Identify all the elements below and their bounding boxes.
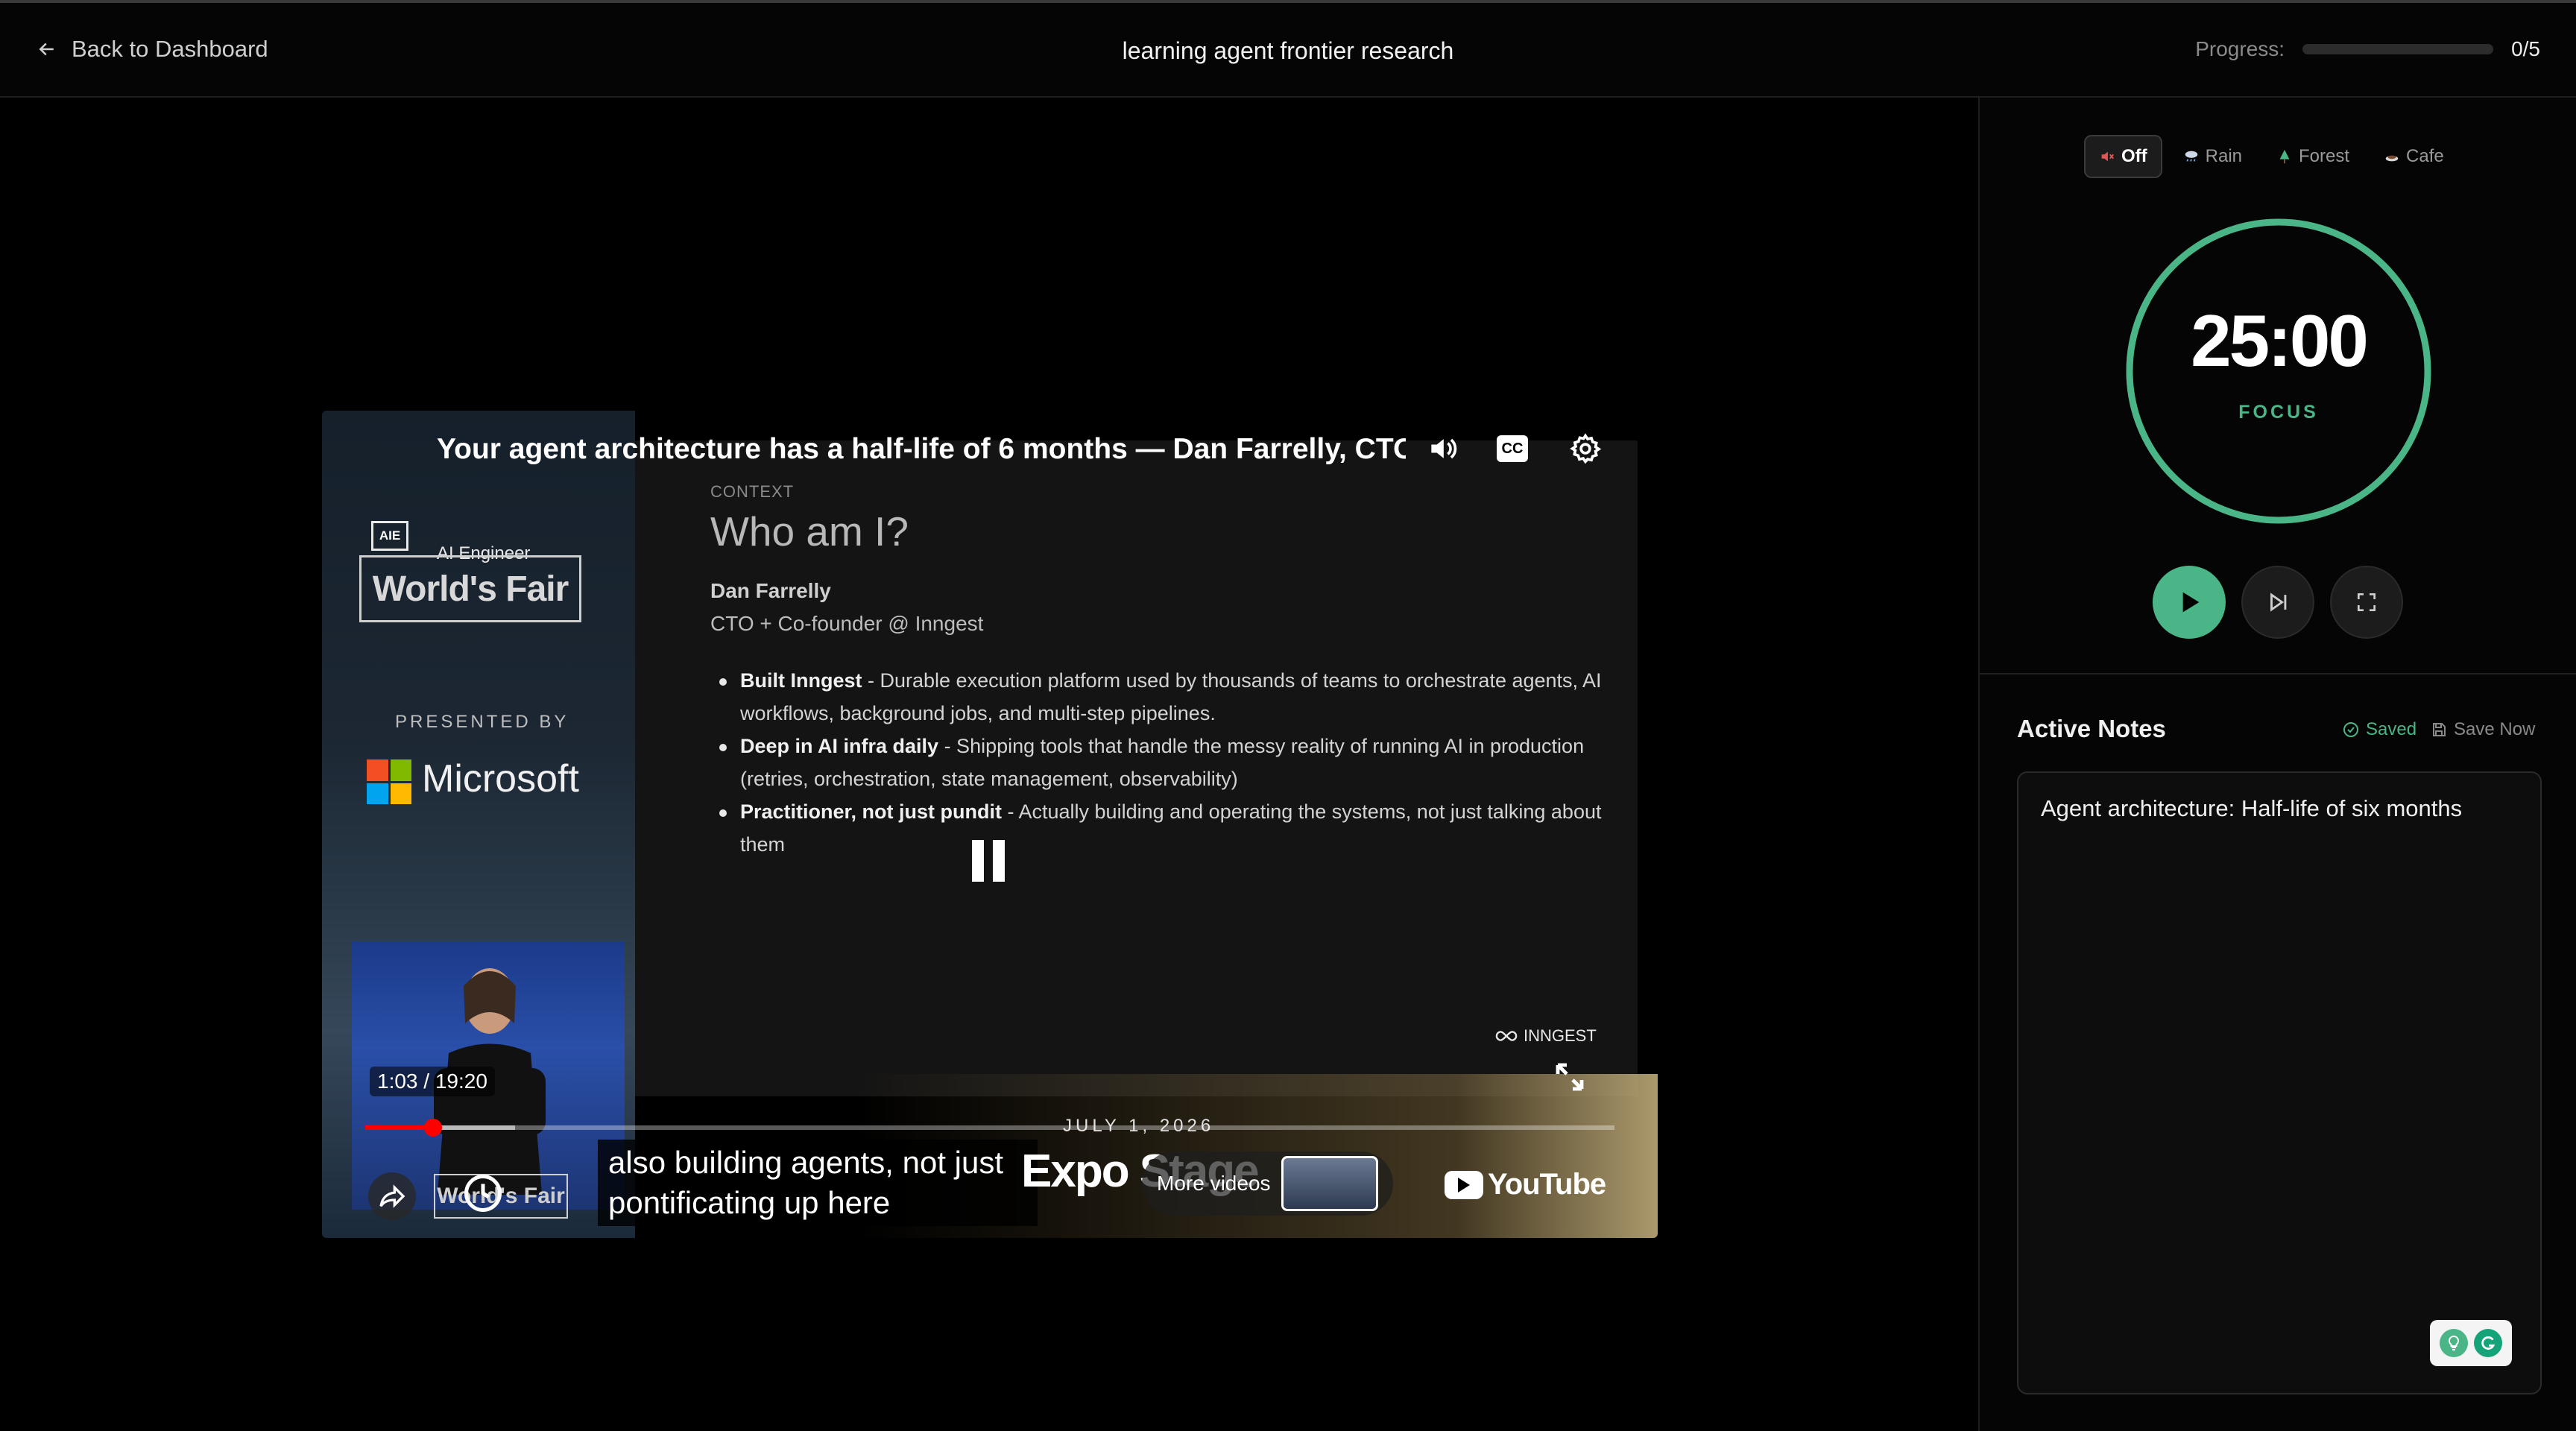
seek-bar[interactable] xyxy=(365,1119,1614,1137)
muted-icon xyxy=(2101,151,2114,162)
progress-bar xyxy=(2302,44,2494,54)
more-videos-button[interactable]: More videos xyxy=(1142,1152,1393,1216)
slide-bullet: Deep in AI infra daily - Shipping tools … xyxy=(710,730,1620,795)
more-videos-thumbnail xyxy=(1281,1156,1378,1211)
worlds-fair-logo: World's Fair xyxy=(359,555,581,622)
share-icon xyxy=(379,1184,405,1208)
inngest-brand: INNGEST xyxy=(1495,1026,1597,1046)
cc-icon: CC xyxy=(1497,435,1528,462)
video-player[interactable]: AIE AI Engineer World's Fair PRESENTED B… xyxy=(322,411,1658,1238)
progress-indicator: Progress: 0/5 xyxy=(2195,37,2540,61)
video-title[interactable]: Your agent architecture has a half-life … xyxy=(437,433,1406,466)
aie-logo: AIE xyxy=(371,521,408,551)
timer-mode-label: FOCUS xyxy=(2238,402,2319,423)
timer-play-button[interactable] xyxy=(2153,566,2226,639)
settings-gear-icon[interactable] xyxy=(1567,430,1604,467)
play-icon xyxy=(2182,592,2200,613)
top-bar: Back to Dashboard learning agent frontie… xyxy=(0,0,2576,98)
ambient-sound-tabs: Off Rain Forest Cafe xyxy=(2084,135,2457,178)
save-disk-icon xyxy=(2433,723,2446,736)
volume-icon[interactable] xyxy=(1424,430,1461,467)
focus-sidebar: Off Rain Forest Cafe 25:00 FOCUS Active … xyxy=(1978,98,2576,1431)
speaker-role: CTO + Co-founder @ Inngest xyxy=(710,612,984,635)
fullscreen-expand-icon[interactable] xyxy=(1552,1059,1588,1095)
closed-captions-button[interactable]: CC xyxy=(1494,430,1531,467)
seek-bar-played xyxy=(365,1125,433,1130)
divider xyxy=(1980,673,2576,675)
timer-skip-button[interactable] xyxy=(2241,566,2314,639)
slide-bullet: Built Inngest - Durable execution platfo… xyxy=(710,664,1620,730)
pause-indicator-icon[interactable] xyxy=(972,840,1006,882)
tree-icon xyxy=(2279,149,2290,164)
coffee-icon xyxy=(2385,155,2399,162)
timer-display: 25:00 xyxy=(2191,300,2369,382)
fullscreen-icon xyxy=(2358,593,2375,611)
sound-tab-rain[interactable]: Rain xyxy=(2170,135,2255,178)
slide-context-label: CONTEXT xyxy=(710,482,795,501)
speaker-name: Dan Farrelly xyxy=(710,579,831,602)
grammarly-icon[interactable] xyxy=(2474,1329,2502,1357)
rain-icon xyxy=(2185,151,2197,162)
closed-caption-text: also building agents, not just pontifica… xyxy=(598,1140,1038,1226)
seek-bar-handle[interactable] xyxy=(423,1119,442,1137)
notes-textarea[interactable]: Agent architecture: Half-life of six mon… xyxy=(2017,771,2542,1394)
more-videos-label: More videos xyxy=(1157,1172,1271,1195)
page-title: learning agent frontier research xyxy=(1122,37,1454,64)
slide-bullet: Practitioner, not just pundit - Actually… xyxy=(710,795,1620,861)
progress-count: 0/5 xyxy=(2511,37,2540,60)
share-button[interactable] xyxy=(368,1172,416,1220)
sponsor-name: Microsoft xyxy=(422,757,579,800)
sound-tab-off[interactable]: Off xyxy=(2084,135,2162,178)
skip-forward-icon xyxy=(2270,593,2287,612)
writing-assistant-widget[interactable] xyxy=(2430,1320,2512,1366)
notes-title: Active Notes xyxy=(2017,715,2166,742)
infinity-icon xyxy=(1495,1031,1518,1041)
time-display: 1:03 / 19:20 xyxy=(370,1067,495,1096)
check-circle-icon xyxy=(2343,722,2358,737)
slide-heading: Who am I? xyxy=(710,508,909,555)
sound-tab-forest[interactable]: Forest xyxy=(2263,135,2363,178)
lightbulb-icon[interactable] xyxy=(2440,1329,2468,1357)
save-now-button[interactable]: Save Now xyxy=(2430,719,2535,740)
saved-status: Saved xyxy=(2342,719,2416,740)
presented-by-label: PRESENTED BY xyxy=(395,712,569,732)
video-area: AIE AI Engineer World's Fair PRESENTED B… xyxy=(0,98,1978,1431)
progress-label: Progress: xyxy=(2195,37,2285,60)
sound-tab-cafe[interactable]: Cafe xyxy=(2370,135,2457,178)
watch-later-clock-icon[interactable] xyxy=(461,1171,505,1216)
youtube-play-icon xyxy=(1445,1170,1483,1199)
slide-bullets: Built Inngest - Durable execution platfo… xyxy=(710,664,1620,861)
youtube-logo[interactable]: YouTube xyxy=(1445,1168,1606,1201)
microsoft-logo-icon xyxy=(367,759,411,804)
timer-fullscreen-button[interactable] xyxy=(2330,566,2403,639)
